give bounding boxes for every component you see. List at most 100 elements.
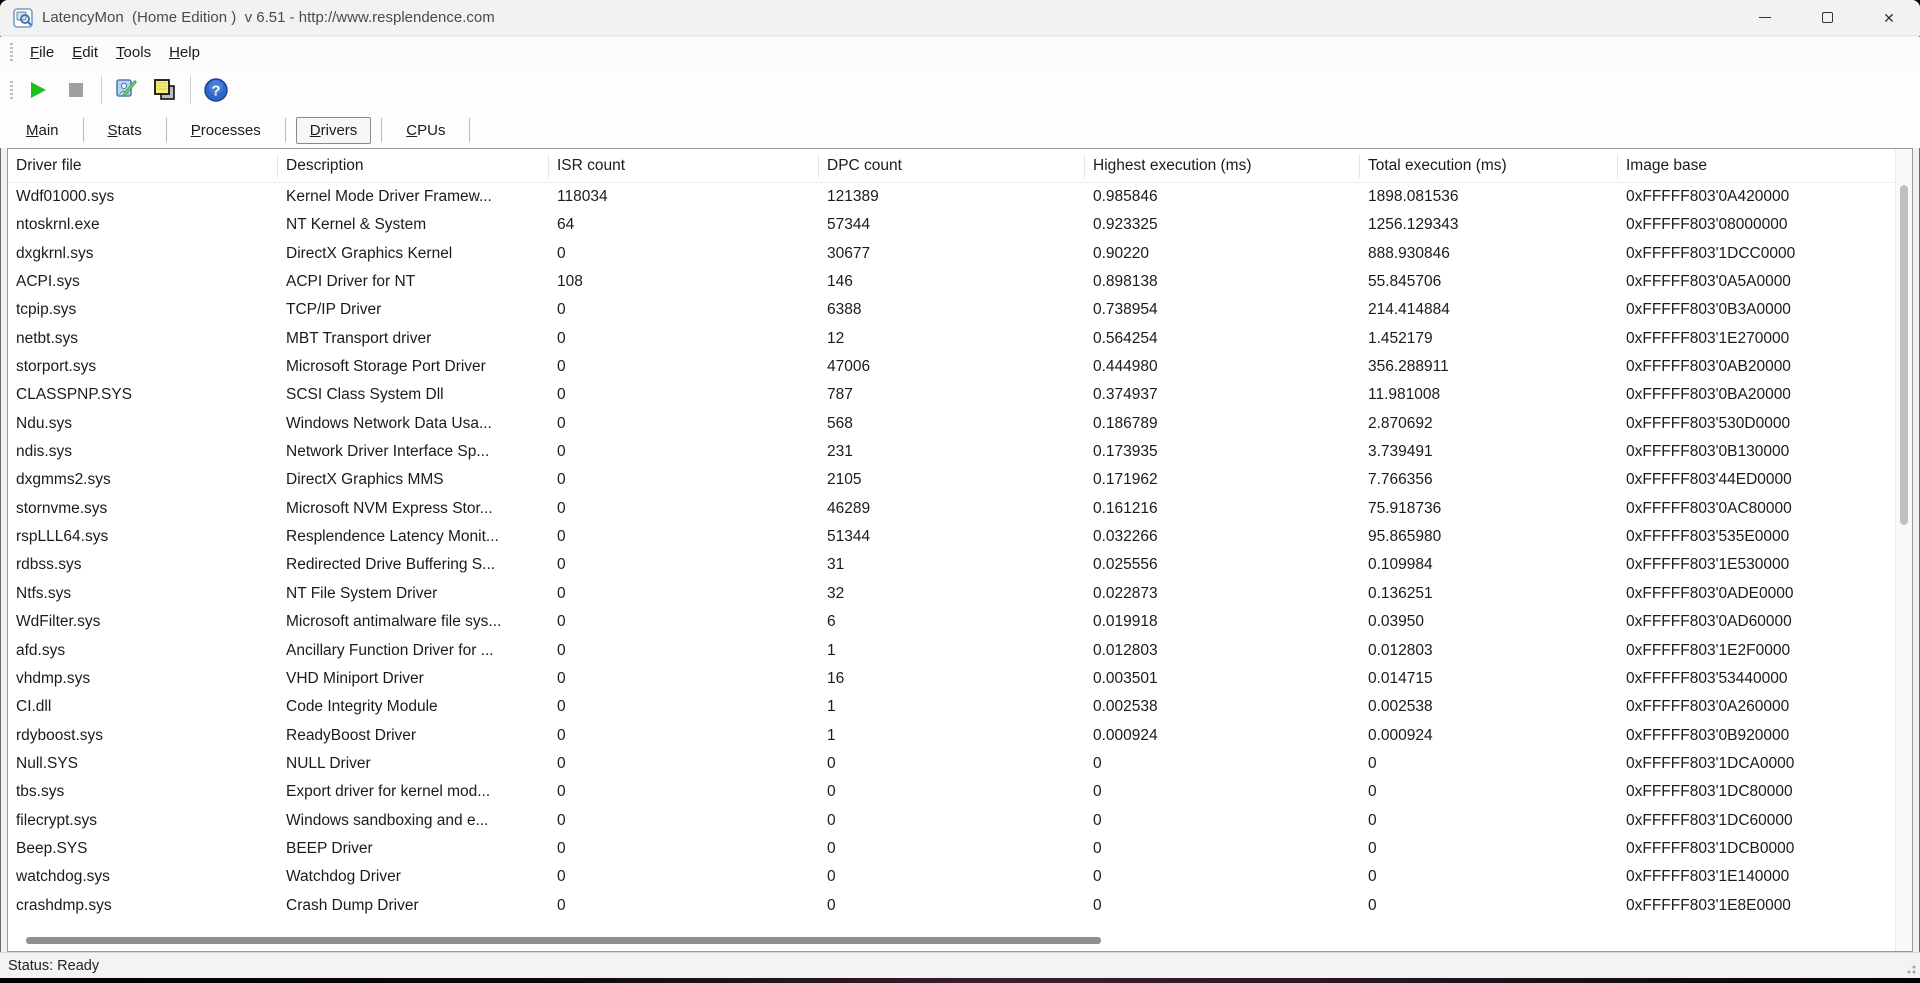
cell-isr_count: 118034 <box>557 188 608 205</box>
cell-total_execution_ms: 1256.129343 <box>1368 216 1459 234</box>
table-row[interactable]: watchdog.sys Watchdog Driver 0 0 0 0 0xFFFFF80… <box>8 863 1895 891</box>
cell-isr_count: 0 <box>557 499 566 517</box>
table-row[interactable]: dxgmms2.sys DirectX Graphics MMS 0 2105 0.17… <box>8 466 1895 494</box>
cell-driver_file: dxgmms2.sys <box>16 471 111 489</box>
table-row[interactable]: rdyboost.sys ReadyBoost Driver 0 1 0.000924 0… <box>8 722 1895 750</box>
table-row[interactable]: CLASSPNP.SYS SCSI Class System Dll 0 787 0.3… <box>8 381 1895 409</box>
toolbar-gripper <box>10 80 13 99</box>
table-row[interactable]: ACPI.sys ACPI Driver for NT 108 146 0.898138… <box>8 268 1895 296</box>
cell-dpc_count: 32 <box>827 584 845 602</box>
cell-dpc_count: 0 <box>827 754 836 772</box>
table-row[interactable]: ntoskrnl.exe NT Kernel & System 64 57344 0.9… <box>8 211 1895 239</box>
table-row[interactable]: tcpip.sys TCP/IP Driver 0 6388 0.738954 214.4… <box>8 296 1895 324</box>
menu-edit[interactable]: Edit <box>63 40 107 65</box>
cell-isr_count: 0 <box>557 301 566 319</box>
help-button[interactable]: ? <box>199 73 233 107</box>
cell-driver_file: ACPI.sys <box>16 273 80 291</box>
report-options-icon <box>116 78 137 97</box>
maximize-button[interactable] <box>1796 0 1858 36</box>
cell-highest_execution_ms: 0.019918 <box>1093 613 1158 631</box>
cell-driver_file: crashdmp.sys <box>16 896 112 914</box>
table-row[interactable]: stornvme.sys Microsoft NVM Express Stor..… <box>8 495 1895 523</box>
cell-dpc_count: 31 <box>827 556 845 574</box>
cell-highest_execution_ms: 0.003501 <box>1093 669 1158 687</box>
cell-image_base: 0xFFFFF803'1DC80000 <box>1626 783 1793 801</box>
status-text: Status: Ready <box>8 957 100 974</box>
table-row[interactable]: storport.sys Microsoft Storage Port Drive… <box>8 353 1895 381</box>
vertical-scrollbar[interactable] <box>1895 149 1912 951</box>
cell-highest_execution_ms: 0.985846 <box>1093 188 1158 205</box>
cell-dpc_count: 16 <box>827 669 845 687</box>
cell-image_base: 0xFFFFF803'1E140000 <box>1626 868 1790 886</box>
col-image-base[interactable]: Image base <box>1618 154 1895 178</box>
cell-image_base: 0xFFFFF803'0AB20000 <box>1626 358 1791 376</box>
table-row[interactable]: crashdmp.sys Crash Dump Driver 0 0 0 0 0xFFFFF… <box>8 892 1895 920</box>
col-highest-execution[interactable]: Highest execution (ms) <box>1085 153 1360 178</box>
cell-dpc_count: 57344 <box>827 216 871 234</box>
cell-driver_file: dxgkrnl.sys <box>16 244 94 262</box>
tab-drivers[interactable]: Drivers <box>295 116 372 144</box>
copy-report-button[interactable] <box>148 73 182 107</box>
tab-cpus[interactable]: CPUs <box>392 117 459 144</box>
cell-highest_execution_ms: 0.161216 <box>1093 499 1158 517</box>
minimize-button[interactable] <box>1734 0 1796 36</box>
cell-dpc_count: 12 <box>827 329 845 347</box>
cell-description: Export driver for kernel mod... <box>286 783 491 801</box>
cell-total_execution_ms: 0.012803 <box>1368 641 1433 659</box>
cell-description: DirectX Graphics Kernel <box>286 244 453 262</box>
table-row[interactable]: tbs.sys Export driver for kernel mod... 0 0… <box>8 778 1895 806</box>
table-row[interactable]: Wdf01000.sys Kernel Mode Driver Framew...… <box>8 183 1895 211</box>
tab-stats[interactable]: Stats <box>94 117 156 144</box>
table-row[interactable]: Null.SYS NULL Driver 0 0 0 0 0xFFFFF803'1DCA00… <box>8 750 1895 778</box>
table-row[interactable]: afd.sys Ancillary Function Driver for ...… <box>8 637 1895 665</box>
horizontal-scrollbar-thumb[interactable] <box>26 937 1101 944</box>
horizontal-scrollbar[interactable] <box>8 932 1878 948</box>
cell-driver_file: rdbss.sys <box>16 556 82 574</box>
cell-driver_file: filecrypt.sys <box>16 811 97 829</box>
cell-total_execution_ms: 7.766356 <box>1368 471 1433 489</box>
cell-driver_file: Ntfs.sys <box>16 584 72 602</box>
table-row[interactable]: rdbss.sys Redirected Drive Buffering S...… <box>8 551 1895 579</box>
vertical-scrollbar-thumb[interactable] <box>1900 185 1908 525</box>
close-icon: ✕ <box>1883 9 1895 26</box>
desktop: LatencyMon (Home Edition ) v 6.51 - http… <box>0 0 1920 983</box>
cell-description: Windows Network Data Usa... <box>286 414 492 432</box>
table-row[interactable]: rspLLL64.sys Resplendence Latency Monit..… <box>8 523 1895 551</box>
cell-highest_execution_ms: 0 <box>1093 783 1102 801</box>
table-row[interactable]: ndis.sys Network Driver Interface Sp... 0 2… <box>8 438 1895 466</box>
col-driver-file[interactable]: Driver file <box>8 153 278 178</box>
table-row[interactable]: netbt.sys MBT Transport driver 0 12 0.564254… <box>8 325 1895 353</box>
menu-help[interactable]: Help <box>160 40 209 65</box>
col-isr-count[interactable]: ISR count <box>549 153 819 178</box>
table-row[interactable]: dxgkrnl.sys DirectX Graphics Kernel 0 30677… <box>8 240 1895 268</box>
table-row[interactable]: CI.dll Code Integrity Module 0 1 0.002538 0.0… <box>8 693 1895 721</box>
table-row[interactable]: filecrypt.sys Windows sandboxing and e...… <box>8 807 1895 835</box>
cell-highest_execution_ms: 0.173935 <box>1093 443 1158 461</box>
resize-grip[interactable] <box>1903 961 1917 975</box>
table-row[interactable]: vhdmp.sys VHD Miniport Driver 0 16 0.003501 0… <box>8 665 1895 693</box>
col-total-execution[interactable]: Total execution (ms) <box>1360 153 1618 178</box>
status-bar: Status: Ready <box>0 952 1920 978</box>
table-row[interactable]: Ntfs.sys NT File System Driver 0 32 0.022873… <box>8 580 1895 608</box>
cell-isr_count: 0 <box>557 754 566 772</box>
table-row[interactable]: WdFilter.sys Microsoft antimalware file s… <box>8 608 1895 636</box>
cell-dpc_count: 0 <box>827 839 836 857</box>
tab-main[interactable]: Main <box>12 117 73 144</box>
menu-tools[interactable]: Tools <box>107 40 160 65</box>
cell-driver_file: Beep.SYS <box>16 839 88 857</box>
start-monitoring-button[interactable] <box>21 73 55 107</box>
close-button[interactable]: ✕ <box>1858 0 1920 36</box>
cell-dpc_count: 0 <box>827 783 836 801</box>
title-bar[interactable]: LatencyMon (Home Edition ) v 6.51 - http… <box>0 0 1920 36</box>
col-dpc-count[interactable]: DPC count <box>819 153 1085 178</box>
tab-processes[interactable]: Processes <box>177 117 275 144</box>
report-options-button[interactable] <box>110 73 144 107</box>
table-row[interactable]: Beep.SYS BEEP Driver 0 0 0 0 0xFFFFF803'1DCB00… <box>8 835 1895 863</box>
menu-file[interactable]: File <box>21 40 63 65</box>
cell-highest_execution_ms: 0.012803 <box>1093 641 1158 659</box>
cell-description: Code Integrity Module <box>286 698 438 716</box>
stop-monitoring-button[interactable] <box>59 73 93 107</box>
toolbar-separator <box>101 75 102 104</box>
col-description[interactable]: Description <box>278 153 549 178</box>
table-row[interactable]: Ndu.sys Windows Network Data Usa... 0 568 0.… <box>8 410 1895 438</box>
